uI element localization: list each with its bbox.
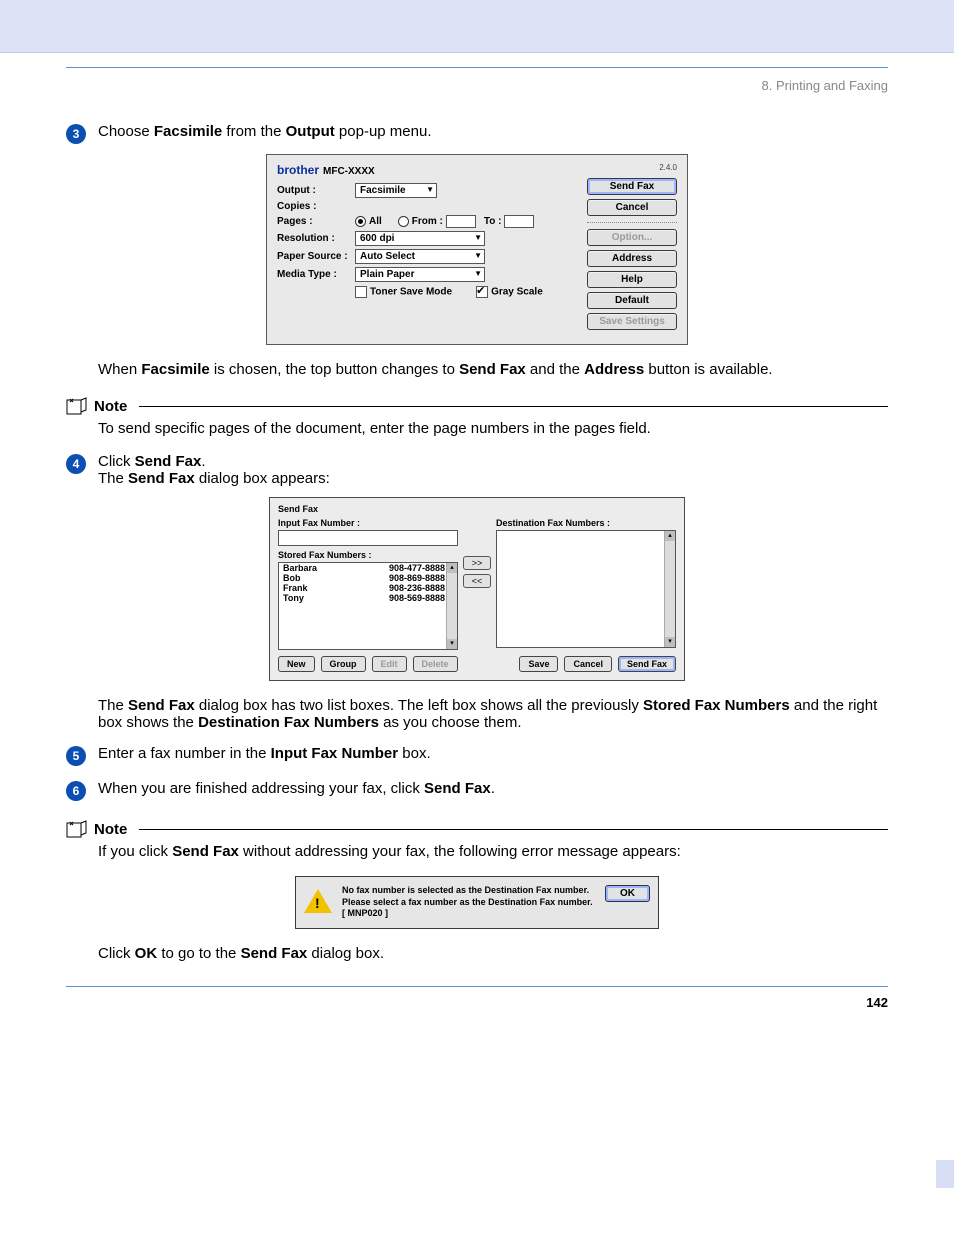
grayscale-label: Gray Scale xyxy=(491,287,543,298)
print-dialog: brother MFC-XXXX Output : Facsimile Copi… xyxy=(266,154,688,345)
footer-rule xyxy=(66,986,888,987)
input-fax-label: Input Fax Number : xyxy=(278,518,458,528)
cancel-button-2[interactable]: Cancel xyxy=(564,656,612,672)
group-button[interactable]: Group xyxy=(321,656,366,672)
header-band xyxy=(0,0,954,53)
destination-fax-list[interactable]: ▴▾ xyxy=(496,530,676,648)
final-instruction: Click OK to go to the Send Fax dialog bo… xyxy=(98,945,888,962)
stored-fax-list[interactable]: Barbara908-477-8888 Bob908-869-8888 Fran… xyxy=(278,562,458,650)
list-item: Tony908-569-8888 xyxy=(279,593,457,603)
step-4-text: Click Send Fax. The Send Fax dialog box … xyxy=(98,453,330,487)
step-5-text: Enter a fax number in the Input Fax Numb… xyxy=(98,745,431,762)
warning-icon xyxy=(304,889,332,913)
edit-button[interactable]: Edit xyxy=(372,656,407,672)
step-6-text: When you are finished addressing your fa… xyxy=(98,780,495,797)
cancel-button[interactable]: Cancel xyxy=(587,199,677,216)
media-type-dropdown[interactable]: Plain Paper xyxy=(355,267,485,282)
stored-fax-label: Stored Fax Numbers : xyxy=(278,550,458,560)
option-button[interactable]: Option... xyxy=(587,229,677,246)
delete-button[interactable]: Delete xyxy=(413,656,458,672)
pages-label: Pages : xyxy=(277,216,355,227)
driver-version: 2.4.0 xyxy=(587,163,677,172)
help-button[interactable]: Help xyxy=(587,271,677,288)
output-label: Output : xyxy=(277,185,355,196)
pages-from-label: From : xyxy=(412,216,443,227)
separator xyxy=(587,222,677,223)
step-4-followup: The Send Fax dialog box has two list box… xyxy=(98,697,888,731)
grayscale-checkbox[interactable] xyxy=(476,286,488,298)
ok-button[interactable]: OK xyxy=(605,885,650,902)
default-button[interactable]: Default xyxy=(587,292,677,309)
step-3-followup: When Facsimile is chosen, the top button… xyxy=(98,361,888,378)
save-settings-button[interactable]: Save Settings xyxy=(587,313,677,330)
scrollbar[interactable]: ▴▾ xyxy=(664,531,675,647)
brand-logo: brother xyxy=(277,163,319,177)
output-dropdown[interactable]: Facsimile xyxy=(355,183,437,198)
pages-to-input[interactable] xyxy=(504,215,534,228)
note-rule xyxy=(139,406,888,407)
toner-save-label: Toner Save Mode xyxy=(370,287,452,298)
step-3-text: Choose Facsimile from the Output pop-up … xyxy=(98,123,432,140)
send-fax-button[interactable]: Send Fax xyxy=(587,178,677,195)
list-item: Bob908-869-8888 xyxy=(279,573,457,583)
address-button[interactable]: Address xyxy=(587,250,677,267)
resolution-label: Resolution : xyxy=(277,233,355,244)
step-badge-5: 5 xyxy=(66,746,86,766)
paper-source-label: Paper Source : xyxy=(277,251,355,262)
error-message: No fax number is selected as the Destina… xyxy=(342,885,595,920)
note-2-body: If you click Send Fax without addressing… xyxy=(98,843,888,860)
media-type-label: Media Type : xyxy=(277,269,355,280)
resolution-dropdown[interactable]: 600 dpi xyxy=(355,231,485,246)
note-rule xyxy=(139,829,888,830)
note-1-body: To send specific pages of the document, … xyxy=(98,420,888,437)
note-label: Note xyxy=(94,398,127,415)
send-fax-button-2[interactable]: Send Fax xyxy=(618,656,676,672)
remove-arrow-button[interactable]: << xyxy=(463,574,491,588)
paper-source-dropdown[interactable]: Auto Select xyxy=(355,249,485,264)
printer-model: MFC-XXXX xyxy=(323,166,375,177)
note-icon xyxy=(66,819,88,839)
list-item: Frank908-236-8888 xyxy=(279,583,457,593)
error-dialog: No fax number is selected as the Destina… xyxy=(295,876,659,929)
scrollbar[interactable]: ▴▾ xyxy=(446,563,457,649)
pages-to-label: To : xyxy=(484,216,502,227)
step-badge-4: 4 xyxy=(66,454,86,474)
save-button[interactable]: Save xyxy=(519,656,558,672)
copies-label: Copies : xyxy=(277,201,355,212)
pages-from-radio[interactable] xyxy=(398,216,409,227)
input-fax-field[interactable] xyxy=(278,530,458,546)
breadcrumb: 8. Printing and Faxing xyxy=(66,78,888,93)
note-label: Note xyxy=(94,821,127,838)
note-icon xyxy=(66,396,88,416)
header-rule xyxy=(66,67,888,68)
send-fax-title: Send Fax xyxy=(278,504,676,514)
add-arrow-button[interactable]: >> xyxy=(463,556,491,570)
pages-all-radio[interactable] xyxy=(355,216,366,227)
step-badge-6: 6 xyxy=(66,781,86,801)
send-fax-dialog: Send Fax Input Fax Number : Stored Fax N… xyxy=(269,497,685,681)
step-badge-3: 3 xyxy=(66,124,86,144)
destination-fax-label: Destination Fax Numbers : xyxy=(496,518,676,528)
toner-save-checkbox[interactable] xyxy=(355,286,367,298)
page-number: 142 xyxy=(66,995,888,1010)
list-item: Barbara908-477-8888 xyxy=(279,563,457,573)
edge-tab xyxy=(936,1160,954,1188)
pages-all-label: All xyxy=(369,216,382,227)
pages-from-input[interactable] xyxy=(446,215,476,228)
new-button[interactable]: New xyxy=(278,656,315,672)
